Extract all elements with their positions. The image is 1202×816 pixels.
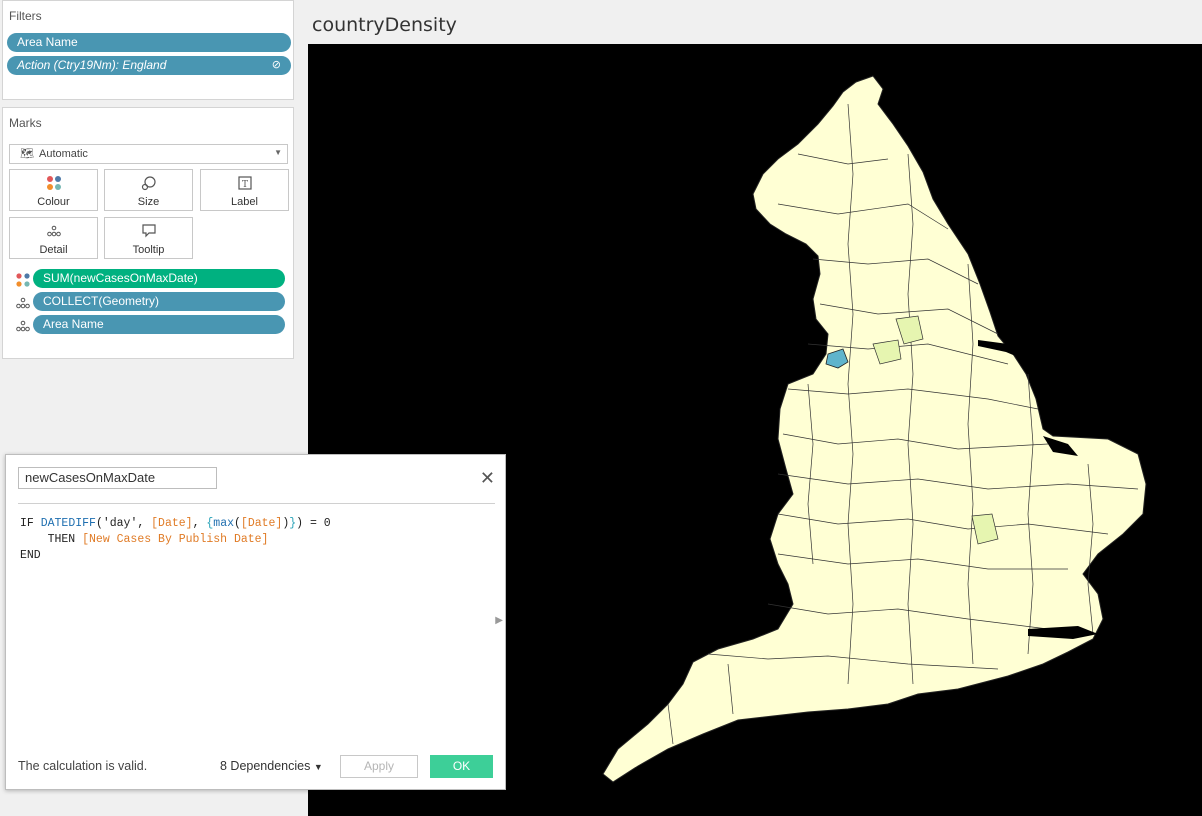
filter-action-label: Action (Ctry19Nm): England [17, 58, 167, 72]
shelf-pill-area-name[interactable]: Area Name [33, 315, 285, 334]
map-mark-icon: 🗺 [20, 148, 34, 160]
validation-status: The calculation is valid. [18, 759, 148, 773]
code-tail: ) = 0 [296, 517, 331, 530]
tooltip-label: Tooltip [132, 244, 165, 256]
code-end: END [20, 549, 41, 562]
england-outline [602, 75, 1147, 783]
code-paren-open: ( [234, 517, 241, 530]
detail-icon [15, 318, 31, 334]
label-button[interactable]: T Label [200, 169, 289, 211]
tooltip-button[interactable]: Tooltip [104, 217, 193, 259]
colour-icon [15, 272, 31, 288]
dependencies-label: 8 Dependencies [220, 759, 311, 773]
colour-button[interactable]: Colour [9, 169, 98, 211]
detail-label: Detail [39, 244, 68, 256]
shelf-pill-collect-geometry[interactable]: COLLECT(Geometry) [33, 292, 285, 311]
tooltip-icon [105, 223, 192, 239]
code-date-field: [Date] [151, 517, 193, 530]
calculation-dialog: newCasesOnMaxDate ✕ IF DATEDIFF('day', [… [5, 454, 506, 790]
calc-name-field[interactable]: newCasesOnMaxDate [18, 467, 217, 489]
svg-text:T: T [241, 180, 247, 190]
chevron-down-icon: ▼ [274, 148, 282, 157]
colour-icon [10, 175, 97, 191]
detail-icon [10, 223, 97, 239]
filter-area-name[interactable]: Area Name [7, 33, 291, 52]
shelf-pill-area-label: Area Name [43, 317, 104, 331]
code-arg1: ('day', [95, 517, 152, 530]
detail-icon [15, 295, 31, 311]
marks-title: Marks [9, 116, 42, 130]
code-if: IF [20, 517, 41, 530]
mark-type-dropdown[interactable]: 🗺 Automatic ▼ [9, 144, 288, 164]
ok-button[interactable]: OK [430, 755, 493, 778]
size-button[interactable]: Size [104, 169, 193, 211]
code-then-field: [New Cases By Publish Date] [82, 533, 269, 546]
dependencies-dropdown[interactable]: 8 Dependencies ▼ [220, 759, 323, 773]
divider [18, 503, 495, 504]
filters-card: Filters Area Name Action (Ctry19Nm): Eng… [2, 0, 294, 100]
detail-button[interactable]: Detail [9, 217, 98, 259]
size-label: Size [137, 196, 160, 208]
filters-title: Filters [9, 9, 42, 23]
code-then: THEN [20, 533, 83, 546]
shelf-pill-sum-label: SUM(newCasesOnMaxDate) [43, 271, 198, 285]
size-icon [105, 175, 192, 191]
sheet-title: countryDensity [312, 14, 457, 36]
mark-type-label: Automatic [39, 148, 88, 160]
label-icon: T [201, 175, 288, 191]
colour-label: Colour [37, 196, 70, 208]
expand-arrow-icon[interactable]: ▶ [495, 615, 503, 626]
shelf-pill-sum-newcases[interactable]: SUM(newCasesOnMaxDate) [33, 269, 285, 288]
shelf-pill-geometry-label: COLLECT(Geometry) [43, 294, 160, 308]
code-comma: , [192, 517, 207, 530]
code-datediff: DATEDIFF [40, 517, 96, 530]
close-icon[interactable]: ✕ [480, 469, 495, 487]
code-date-field-2: [Date] [240, 517, 283, 530]
formula-editor[interactable]: IF DATEDIFF('day', [Date], {max([Date])}… [20, 516, 331, 564]
code-max: max [213, 517, 235, 530]
link-icon: ⊘ [271, 59, 281, 71]
filter-action-country[interactable]: Action (Ctry19Nm): England ⊘ [7, 56, 291, 75]
filter-area-name-label: Area Name [17, 35, 78, 49]
apply-button[interactable]: Apply [340, 755, 418, 778]
caret-down-icon: ▼ [313, 762, 323, 772]
label-label: Label [231, 196, 258, 208]
marks-card: Marks 🗺 Automatic ▼ Colour Size T Label … [2, 107, 294, 359]
